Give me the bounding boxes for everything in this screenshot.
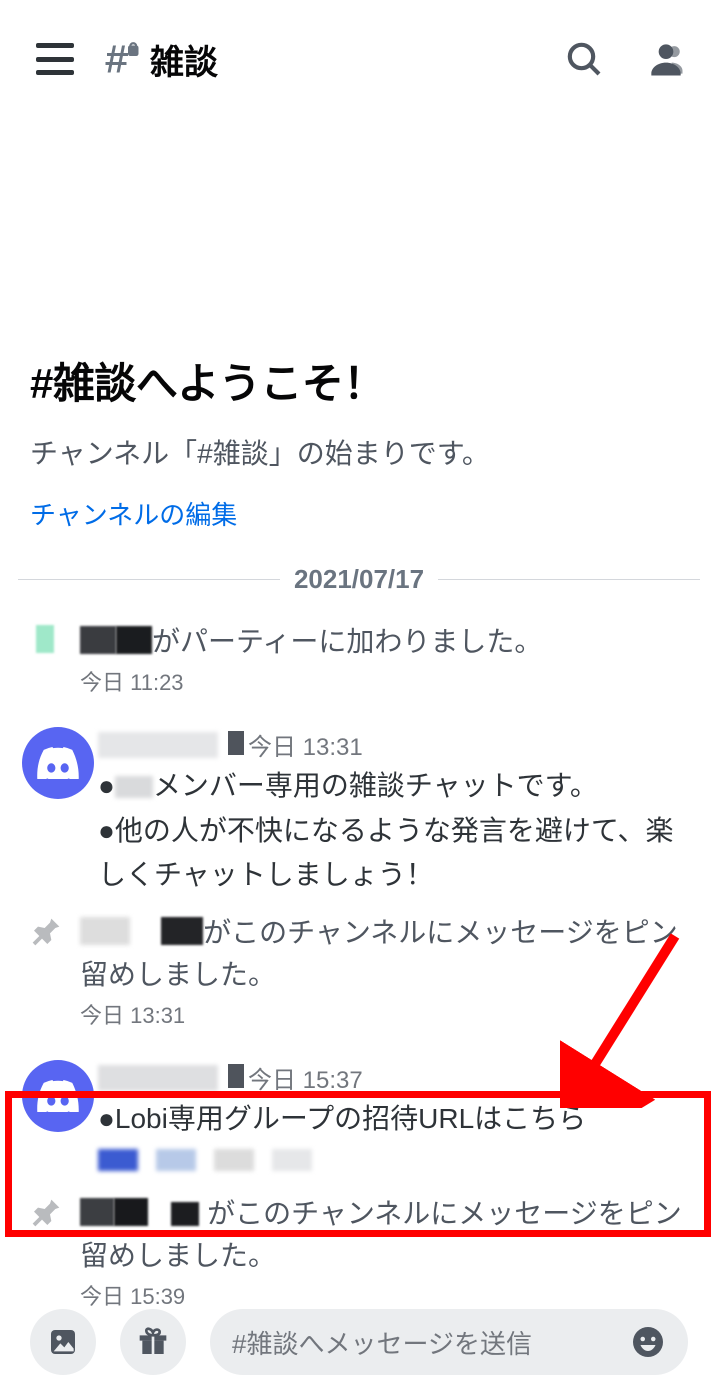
message-row[interactable]: 今日 13:31 ●メンバー専用の雑談チャットです。 ●他の人が不快になるような…: [18, 703, 700, 900]
image-icon: [47, 1326, 79, 1358]
message-list: がパーティーに加わりました。 今日 11:23 今日 13:31 ●メンバー専用…: [0, 613, 718, 1317]
date-divider: 2021/07/17: [18, 564, 700, 595]
system-join-message[interactable]: がパーティーに加わりました。 今日 11:23: [18, 613, 700, 703]
system-timestamp: 今日 15:39: [80, 1279, 700, 1311]
message-content: ●メンバー専用の雑談チャットです。: [98, 764, 700, 807]
user-avatar[interactable]: [18, 1060, 98, 1170]
welcome-block: #雑談へようこそ！ チャンネル「#雑談」の始まりです。 チャンネルの編集: [0, 90, 718, 532]
app-header: 雑談: [0, 0, 718, 90]
emoji-icon[interactable]: [630, 1324, 666, 1360]
system-text: がパーティーに加わりました。: [80, 621, 700, 663]
system-pin-message[interactable]: がこのチャンネルにメッセージをピン留めしました。 今日 13:31: [18, 904, 700, 1036]
system-text: がこのチャンネルにメッセージをピン留めしました。: [80, 1193, 700, 1277]
input-placeholder: #雑談へメッセージを送信: [232, 1324, 630, 1361]
welcome-subtitle: チャンネル「#雑談」の始まりです。: [30, 433, 688, 475]
search-icon[interactable]: [564, 39, 604, 79]
join-arrow-icon: [18, 621, 74, 653]
message-row[interactable]: 今日 15:37 ●Lobi専用グループの招待URLはこちら: [18, 1036, 700, 1174]
menu-button[interactable]: [36, 43, 74, 75]
hash-lock-icon: [104, 41, 140, 77]
date-label: 2021/07/17: [280, 564, 438, 595]
pin-icon: [18, 1193, 74, 1229]
edit-channel-link[interactable]: チャンネルの編集: [30, 495, 237, 532]
pin-icon: [18, 912, 74, 948]
user-avatar[interactable]: [18, 727, 98, 896]
attach-image-button[interactable]: [30, 1309, 96, 1375]
discord-logo-icon: [37, 1080, 79, 1112]
channel-name: 雑談: [150, 35, 218, 84]
message-content: ●Lobi専用グループの招待URLはこちら: [98, 1097, 700, 1140]
discord-logo-icon: [37, 747, 79, 779]
attachment-blur: [98, 1149, 700, 1171]
gift-icon: [137, 1326, 169, 1358]
system-text: がこのチャンネルにメッセージをピン留めしました。: [80, 912, 700, 996]
members-icon[interactable]: [644, 37, 688, 81]
system-pin-message[interactable]: がこのチャンネルにメッセージをピン留めしました。 今日 15:39: [18, 1185, 700, 1317]
message-header: 今日 15:37: [98, 1060, 700, 1095]
welcome-title: #雑談へようこそ！: [30, 350, 688, 411]
channel-indicator: 雑談: [104, 35, 218, 84]
gift-button[interactable]: [120, 1309, 186, 1375]
message-input-bar: #雑談へメッセージを送信: [0, 1309, 718, 1375]
system-timestamp: 今日 11:23: [80, 665, 700, 697]
system-timestamp: 今日 13:31: [80, 998, 700, 1030]
message-input[interactable]: #雑談へメッセージを送信: [210, 1309, 688, 1375]
message-header: 今日 13:31: [98, 727, 700, 762]
message-content: ●他の人が不快になるような発言を避けて、楽しくチャットしましょう！: [98, 809, 700, 896]
